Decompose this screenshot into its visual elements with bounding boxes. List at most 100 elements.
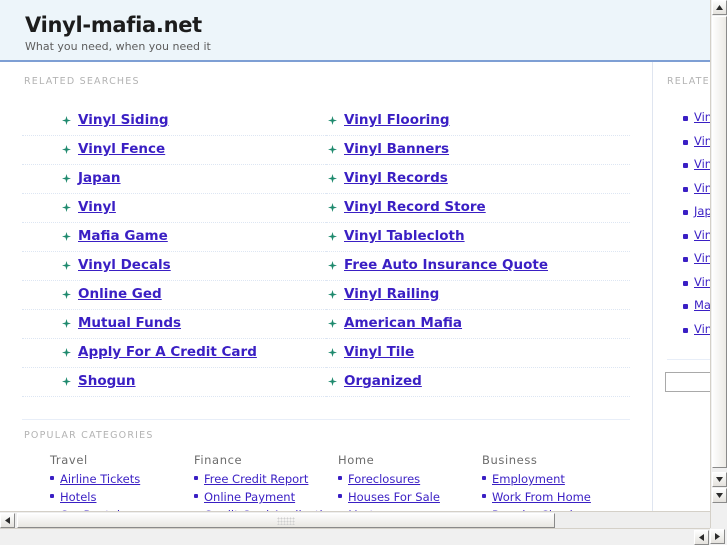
- scroll-down-button-upper[interactable]: [712, 472, 727, 487]
- related-searches-grid: Vinyl Siding Vinyl Fence Japan Vinyl Mafia G…: [0, 87, 652, 397]
- popular-category-link[interactable]: Online Payment: [204, 489, 295, 505]
- popular-category-link[interactable]: Hotels: [60, 489, 96, 505]
- green-star-bullet-icon: [328, 342, 344, 357]
- square-bullet-icon: [683, 181, 694, 192]
- related-search-link[interactable]: Vinyl Tile: [344, 342, 414, 362]
- scroll-left-button[interactable]: [694, 530, 709, 545]
- related-search-link[interactable]: Vinyl Siding: [78, 110, 169, 130]
- square-bullet-icon: [338, 471, 348, 480]
- related-search-link[interactable]: Online Ged: [78, 284, 162, 304]
- related-search-item[interactable]: Organized: [326, 368, 630, 397]
- related-search-item[interactable]: Shogun: [22, 368, 326, 397]
- green-star-bullet-icon: [328, 290, 337, 299]
- square-bullet-icon: [683, 251, 694, 262]
- browser-horizontal-scrollbar[interactable]: [0, 528, 710, 545]
- list-item[interactable]: Airline Tickets: [50, 471, 194, 487]
- inner-horizontal-scrollbar[interactable]: [0, 511, 710, 528]
- related-search-item[interactable]: Free Auto Insurance Quote: [326, 252, 630, 281]
- related-search-item[interactable]: Vinyl Fence: [22, 136, 326, 165]
- site-header: Vinyl-mafia.net What you need, when you …: [0, 0, 727, 62]
- related-search-item[interactable]: Vinyl Tile: [326, 339, 630, 368]
- scrollbar-corner: [710, 528, 727, 545]
- popular-category-link[interactable]: Free Credit Report: [204, 471, 308, 487]
- related-search-item[interactable]: Mutual Funds: [22, 310, 326, 339]
- related-search-link[interactable]: Vinyl: [78, 197, 116, 217]
- related-search-item[interactable]: Vinyl Records: [326, 165, 630, 194]
- page-title: Vinyl-mafia.net: [25, 14, 727, 36]
- related-search-item[interactable]: Online Ged: [22, 281, 326, 310]
- related-search-link[interactable]: Organized: [344, 371, 422, 391]
- related-search-link[interactable]: Japan: [78, 168, 121, 188]
- green-star-bullet-icon: [62, 290, 71, 299]
- green-star-bullet-icon: [328, 255, 344, 270]
- related-search-link[interactable]: Shogun: [78, 371, 136, 391]
- green-star-bullet-icon: [62, 168, 78, 183]
- inner-scroll-left-button[interactable]: [0, 513, 15, 528]
- related-search-item[interactable]: Apply For A Credit Card: [22, 339, 326, 368]
- list-item[interactable]: Work From Home: [482, 489, 626, 505]
- related-search-item[interactable]: American Mafia: [326, 310, 630, 339]
- popular-category-link[interactable]: Employment: [492, 471, 565, 487]
- scroll-up-button[interactable]: [712, 0, 727, 15]
- related-search-link[interactable]: Vinyl Fence: [78, 139, 165, 159]
- popular-category-link[interactable]: Houses For Sale: [348, 489, 440, 505]
- list-item[interactable]: Online Payment: [194, 489, 338, 505]
- browser-vertical-scrollbar[interactable]: [710, 0, 727, 528]
- related-search-item[interactable]: Vinyl: [22, 194, 326, 223]
- related-search-item[interactable]: Vinyl Decals: [22, 252, 326, 281]
- square-bullet-icon: [338, 489, 348, 498]
- popular-category-link[interactable]: Work From Home: [492, 489, 591, 505]
- green-star-bullet-icon: [62, 139, 78, 154]
- green-star-bullet-icon: [62, 284, 78, 299]
- related-searches-column-left: Vinyl Siding Vinyl Fence Japan Vinyl Mafia G…: [22, 107, 326, 397]
- related-search-link[interactable]: Vinyl Banners: [344, 139, 449, 159]
- list-item[interactable]: Free Credit Report: [194, 471, 338, 487]
- related-search-link[interactable]: Vinyl Tablecloth: [344, 226, 465, 246]
- popular-category-heading: Finance: [194, 453, 338, 467]
- list-item[interactable]: Employment: [482, 471, 626, 487]
- green-star-bullet-icon: [62, 232, 71, 241]
- green-star-bullet-icon: [328, 110, 344, 125]
- related-search-item[interactable]: Vinyl Railing: [326, 281, 630, 310]
- related-search-link[interactable]: Mafia Game: [78, 226, 168, 246]
- square-bullet-icon: [683, 322, 694, 333]
- green-star-bullet-icon: [62, 313, 78, 328]
- scroll-right-button[interactable]: [710, 529, 725, 544]
- list-item[interactable]: Hotels: [50, 489, 194, 505]
- related-search-link[interactable]: Vinyl Railing: [344, 284, 439, 304]
- green-star-bullet-icon: [62, 110, 78, 125]
- popular-categories-label: POPULAR CATEGORIES: [22, 420, 630, 441]
- related-search-link[interactable]: Vinyl Decals: [78, 255, 171, 275]
- green-star-bullet-icon: [328, 232, 337, 241]
- square-bullet-icon: [482, 489, 492, 498]
- related-search-item[interactable]: Vinyl Banners: [326, 136, 630, 165]
- popular-category-link[interactable]: Foreclosures: [348, 471, 420, 487]
- related-search-link[interactable]: Apply For A Credit Card: [78, 342, 257, 362]
- main-content: RELATED SEARCHES Vinyl SidingVinyl Fence…: [0, 62, 653, 526]
- green-star-bullet-icon: [62, 261, 71, 270]
- inner-horizontal-scroll-thumb[interactable]: [17, 513, 555, 528]
- browser-vertical-scroll-thumb[interactable]: [712, 16, 727, 468]
- popular-category-link[interactable]: Airline Tickets: [60, 471, 140, 487]
- green-star-bullet-icon: [328, 319, 337, 328]
- related-search-item[interactable]: Vinyl Siding: [22, 107, 326, 136]
- related-search-item[interactable]: Japan: [22, 165, 326, 194]
- related-search-item[interactable]: Mafia Game: [22, 223, 326, 252]
- related-search-link[interactable]: Vinyl Flooring: [344, 110, 450, 130]
- green-star-bullet-icon: [328, 145, 337, 154]
- list-item[interactable]: Foreclosures: [338, 471, 482, 487]
- related-search-item[interactable]: Vinyl Flooring: [326, 107, 630, 136]
- square-bullet-icon: [194, 471, 204, 480]
- related-search-item[interactable]: Vinyl Tablecloth: [326, 223, 630, 252]
- related-search-link[interactable]: American Mafia: [344, 313, 462, 333]
- related-search-link[interactable]: Vinyl Record Store: [344, 197, 486, 217]
- scroll-down-button[interactable]: [712, 488, 727, 503]
- related-search-link[interactable]: Free Auto Insurance Quote: [344, 255, 548, 275]
- green-star-bullet-icon: [62, 116, 71, 125]
- green-star-bullet-icon: [328, 168, 344, 183]
- list-item[interactable]: Houses For Sale: [338, 489, 482, 505]
- square-bullet-icon: [194, 489, 204, 498]
- related-search-link[interactable]: Vinyl Records: [344, 168, 448, 188]
- related-search-item[interactable]: Vinyl Record Store: [326, 194, 630, 223]
- related-search-link[interactable]: Mutual Funds: [78, 313, 181, 333]
